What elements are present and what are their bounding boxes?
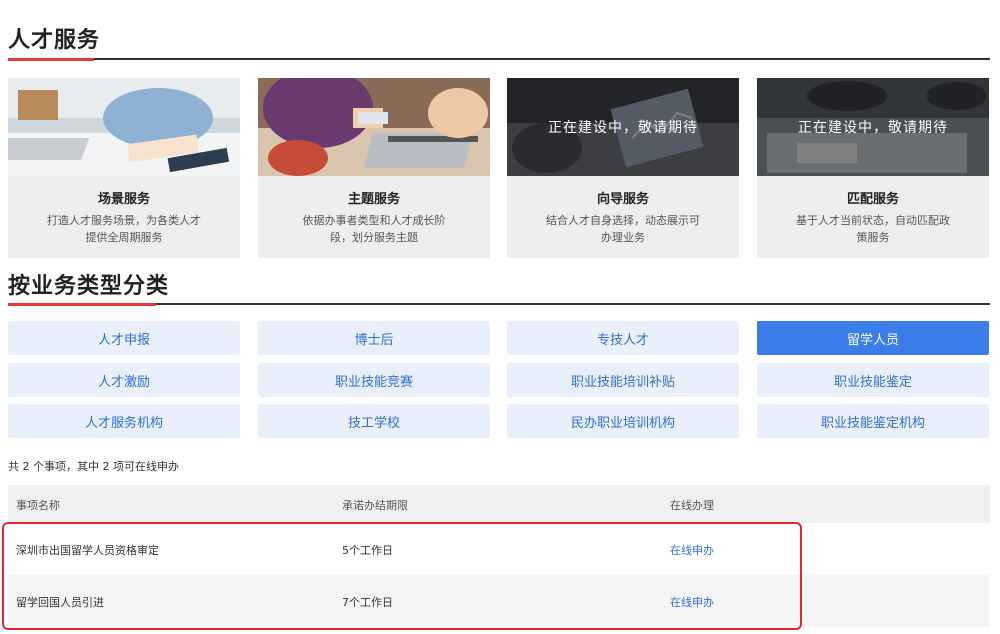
card-title: 场景服务: [97, 192, 150, 207]
card-theme-photo: [258, 78, 490, 176]
card-description: 结合人才自身选择，动态展示可办理业务: [546, 214, 700, 244]
card-overlay-under-construction: 正在建设中，敬请期待: [507, 78, 739, 176]
card-match-photo: 正在建设中，敬请期待: [757, 78, 989, 176]
category-button[interactable]: 人才激励: [8, 363, 240, 397]
service-cards: 场景服务 打造人才服务场景，为各类人才提供全周期服务 主题服务 依据办事者类型和…: [8, 78, 990, 258]
category-button-active[interactable]: 留学人员: [757, 321, 989, 355]
card-title: 匹配服务: [846, 192, 899, 207]
column-header-online: 在线办理: [670, 499, 714, 512]
category-button[interactable]: 专技人才: [507, 321, 739, 355]
red-highlight-box: [2, 522, 802, 630]
card-guide-photo: 正在建设中，敬请期待: [507, 78, 739, 176]
table-header: 事项名称 承诺办结期限 在线办理: [8, 485, 990, 523]
column-header-deadline: 承诺办结期限: [342, 499, 408, 512]
card-description: 依据办事者类型和人才成长阶段，划分服务主题: [302, 214, 446, 244]
card-scene-photo: [8, 78, 240, 176]
column-header-name: 事项名称: [16, 499, 60, 512]
category-button[interactable]: 职业技能鉴定: [757, 363, 989, 397]
items-summary: 共 2 个事项，其中 2 项可在线申办: [8, 460, 179, 473]
section-divider-accent: [8, 303, 156, 306]
category-button[interactable]: 技工学校: [258, 404, 490, 438]
card-match-service[interactable]: 正在建设中，敬请期待 匹配服务 基于人才当前状态，自动匹配政策服务: [757, 78, 989, 258]
section-title-business-type: 按业务类型分类: [8, 274, 170, 299]
category-button[interactable]: 职业技能竞赛: [258, 363, 490, 397]
card-title: 向导服务: [596, 192, 649, 207]
category-button[interactable]: 博士后: [258, 321, 490, 355]
section-divider: [8, 303, 990, 306]
card-title: 主题服务: [347, 192, 400, 207]
category-button[interactable]: 人才服务机构: [8, 404, 240, 438]
card-description: 打造人才服务场景，为各类人才提供全周期服务: [47, 214, 201, 244]
category-button[interactable]: 人才申报: [8, 321, 240, 355]
card-description: 基于人才当前状态，自动匹配政策服务: [796, 214, 950, 244]
card-theme-service[interactable]: 主题服务 依据办事者类型和人才成长阶段，划分服务主题: [258, 78, 490, 258]
section-divider: [8, 58, 990, 61]
category-button[interactable]: 民办职业培训机构: [507, 404, 739, 438]
category-button[interactable]: 职业技能培训补贴: [507, 363, 739, 397]
category-button[interactable]: 职业技能鉴定机构: [757, 404, 989, 438]
card-overlay-under-construction: 正在建设中，敬请期待: [757, 78, 989, 176]
card-scene-service[interactable]: 场景服务 打造人才服务场景，为各类人才提供全周期服务: [8, 78, 240, 258]
section-divider-accent: [8, 58, 94, 61]
section-title-talent-services: 人才服务: [8, 28, 101, 53]
card-guide-service[interactable]: 正在建设中，敬请期待 向导服务 结合人才自身选择，动态展示可办理业务: [507, 78, 739, 258]
